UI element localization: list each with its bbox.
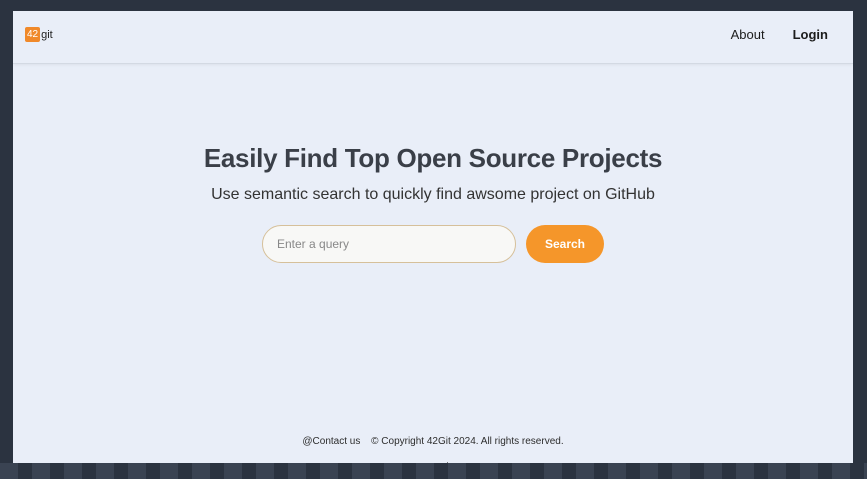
search-button[interactable]: Search	[526, 225, 604, 263]
footer: @Contact us © Copyright 42Git 2024. All …	[13, 436, 853, 447]
logo-text: git	[41, 28, 53, 41]
logo-badge: 42	[25, 27, 41, 42]
copyright-text: © Copyright 42Git 2024. All rights reser…	[371, 436, 564, 447]
taskbar-strip	[0, 463, 867, 479]
hero-subtitle: Use semantic search to quickly find awso…	[211, 186, 655, 203]
search-input[interactable]	[262, 225, 516, 263]
hero-title: Easily Find Top Open Source Projects	[203, 143, 663, 173]
contact-link[interactable]: @Contact us	[302, 436, 360, 447]
login-link[interactable]: Login	[793, 27, 828, 42]
navbar: 42 git About Login	[13, 11, 853, 64]
logo[interactable]: 42 git	[25, 27, 53, 42]
about-link[interactable]: About	[731, 27, 765, 42]
browser-window: 42 git About Login Easily Find Top Open …	[13, 11, 853, 463]
nav-links: About Login	[731, 27, 828, 42]
